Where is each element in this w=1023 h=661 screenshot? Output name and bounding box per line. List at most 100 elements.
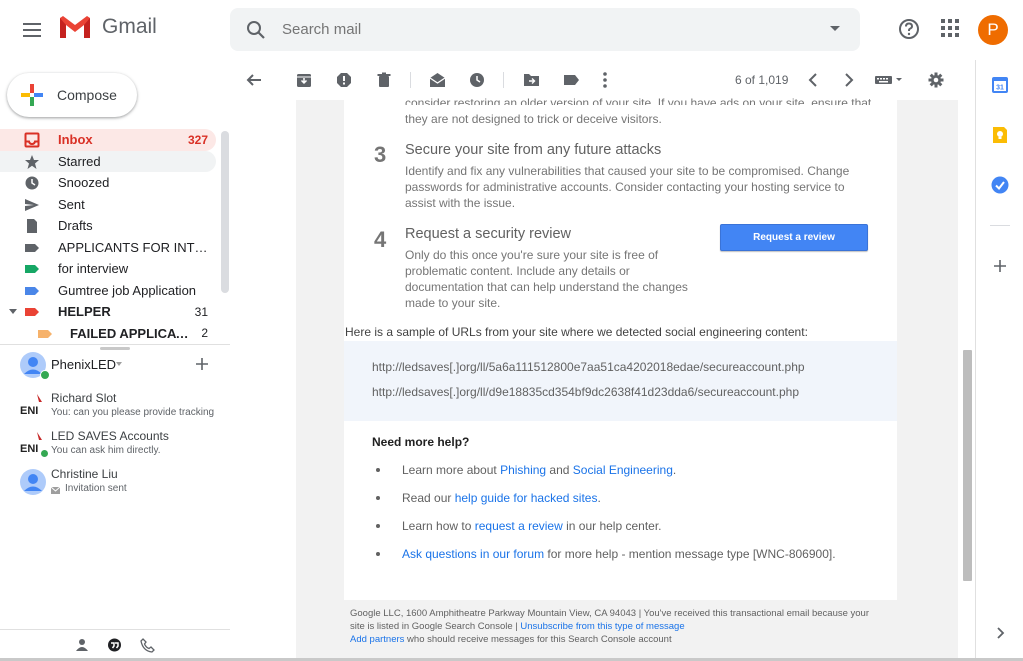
sidebar-item-starred[interactable]: Starred (0, 150, 216, 172)
search-input[interactable] (282, 21, 782, 38)
delete-trash-icon[interactable] (376, 72, 392, 88)
toolbar-separator (503, 72, 504, 88)
compose-label: Compose (57, 87, 117, 103)
step-body-line: Identify and fix any vulnerabilities tha… (405, 164, 850, 178)
invitation-mail-icon (51, 486, 60, 494)
unsubscribe-link[interactable]: Unsubscribe from this type of message (520, 621, 684, 632)
report-spam-icon[interactable] (336, 72, 352, 88)
sidebar-item-gumtree[interactable]: Gumtree job Application (0, 280, 216, 302)
contact-christine-liu[interactable]: Christine Liu Invitation sent (20, 467, 220, 503)
step-body-line: assist with the issue. (405, 196, 516, 210)
step-number: 4 (374, 227, 387, 252)
svg-text:31: 31 (996, 85, 1004, 92)
archive-icon[interactable] (296, 72, 312, 88)
move-to-icon[interactable] (523, 72, 540, 88)
main-menu-icon[interactable] (20, 18, 44, 42)
more-options-icon[interactable] (603, 72, 607, 88)
label-red-icon (25, 308, 39, 316)
sidebar-scrollbar[interactable] (221, 131, 229, 293)
sample-urls-intro: Here is a sample of URLs from your site … (345, 325, 808, 339)
bullet (376, 524, 380, 528)
compose-button[interactable]: Compose (7, 73, 137, 117)
step-body-line: problematic content. Include any details… (405, 264, 630, 278)
sidebar-nav: Inbox 327 Starred Snoozed Sent Drafts AP… (0, 129, 216, 344)
forum-link[interactable]: Ask questions in our forum (402, 547, 544, 561)
sidebar-item-inbox[interactable]: Inbox 327 (0, 129, 216, 151)
add-addon-icon[interactable] (991, 257, 1009, 275)
sidebar-item-helper[interactable]: HELPER 31 (0, 301, 216, 323)
hangouts-resize-handle[interactable] (100, 347, 130, 350)
gmail-logo[interactable]: Gmail (58, 14, 157, 40)
search-options-icon[interactable] (830, 26, 840, 31)
back-arrow-icon[interactable] (246, 72, 262, 88)
step-body-line: Only do this once you're sure your site … (405, 248, 659, 262)
message-scrollbar[interactable] (963, 350, 972, 581)
contact-led-saves-accounts[interactable]: ENI LED SAVES Accounts You can ask him d… (20, 429, 220, 465)
star-icon (25, 154, 39, 169)
contacts-person-icon[interactable] (75, 638, 89, 652)
message-toolbar: 6 of 1,019 (230, 60, 960, 100)
calendar-icon[interactable]: 31 (991, 76, 1009, 94)
side-panel: 31 (975, 60, 1023, 661)
hangouts-chat-icon[interactable] (107, 638, 122, 653)
expand-panel-chevron-icon[interactable] (991, 624, 1009, 642)
phone-icon[interactable] (140, 638, 155, 653)
add-partners-link[interactable]: Add partners (350, 634, 404, 645)
apps-grid-icon[interactable] (940, 18, 960, 38)
help-icon[interactable] (898, 18, 920, 40)
compose-plus-icon (21, 84, 43, 106)
detected-url: http://ledsaves[.]org/ll/5a6a111512800e7… (372, 360, 805, 374)
label-green-icon (25, 265, 39, 273)
sidebar-item-applicants[interactable]: APPLICANTS FOR INTER... (0, 237, 216, 259)
email-footer: Google LLC, 1600 Amphitheatre Parkway Mo… (350, 608, 870, 645)
help-section-title: Need more help? (372, 435, 470, 449)
inbox-unread-count: 327 (187, 132, 208, 147)
request-review-link[interactable]: request a review (475, 519, 563, 533)
hacked-sites-guide-link[interactable]: help guide for hacked sites (455, 491, 598, 505)
search-icon[interactable] (246, 20, 266, 40)
step-body-line: documentation that can help understand t… (405, 280, 688, 294)
step-title: Request a security review (405, 226, 572, 242)
step-title: Secure your site from any future attacks (405, 142, 662, 158)
clock-icon (25, 176, 39, 190)
new-conversation-icon[interactable] (195, 357, 209, 371)
label-orange-icon (38, 329, 52, 338)
sidebar-item-sent[interactable]: Sent (0, 194, 216, 216)
contact-richard-slot[interactable]: ENI Richard Slot You: can you please pro… (20, 391, 220, 427)
top-header: Gmail P (0, 0, 1023, 60)
account-avatar[interactable]: P (978, 15, 1008, 45)
ledsaves-logo-icon: ENI (20, 394, 42, 417)
snooze-clock-icon[interactable] (469, 72, 485, 88)
request-review-button[interactable]: Request a review (720, 224, 868, 251)
bullet (376, 468, 380, 472)
sidebar-item-snoozed[interactable]: Snoozed (0, 172, 216, 194)
sidebar-item-for-interview[interactable]: for interview (0, 258, 216, 280)
input-tools-keyboard-icon[interactable] (875, 75, 905, 85)
settings-gear-icon[interactable] (928, 72, 944, 88)
mark-unread-icon[interactable] (429, 72, 446, 88)
tasks-icon[interactable] (991, 176, 1009, 194)
sidebar-item-failed-applications[interactable]: FAILED APPLICATI... 2 (0, 323, 216, 345)
label-blue-icon (25, 286, 39, 295)
sidebar-divider (0, 344, 230, 345)
gmail-app: Gmail P Compose Inbox 327 S (0, 0, 1023, 661)
step-number: 3 (374, 142, 387, 167)
sidebar-item-drafts[interactable]: Drafts (0, 215, 216, 237)
step-body-line: made to your site. (405, 296, 501, 310)
svg-text:ENI: ENI (20, 405, 38, 417)
keep-icon[interactable] (991, 126, 1009, 144)
search-bar[interactable] (230, 8, 860, 51)
expand-arrow-icon[interactable] (9, 309, 17, 315)
chevron-left-icon[interactable] (808, 72, 818, 88)
intro-tail-line-2: they are not designed to trick or deceiv… (405, 112, 662, 126)
status-dropdown-icon[interactable] (116, 362, 122, 366)
phishing-link[interactable]: Phishing (500, 463, 546, 477)
label-tag-icon[interactable] (563, 72, 580, 88)
online-status-dot (40, 449, 49, 458)
social-engineering-link[interactable]: Social Engineering (573, 463, 673, 477)
chevron-right-icon[interactable] (844, 72, 854, 88)
hangouts-user[interactable]: PhenixLED (20, 352, 220, 380)
user-avatar-icon (20, 469, 46, 495)
side-panel-divider (990, 225, 1010, 226)
draft-icon (27, 219, 37, 233)
